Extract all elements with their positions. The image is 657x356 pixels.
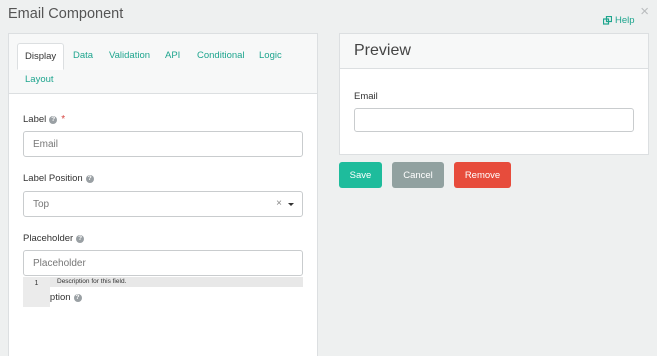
required-marker: * bbox=[61, 114, 66, 125]
clear-icon[interactable]: × bbox=[276, 198, 282, 209]
preview-title: Preview bbox=[340, 34, 648, 69]
preview-email-input[interactable] bbox=[354, 108, 634, 132]
close-icon[interactable]: × bbox=[640, 4, 649, 19]
external-link-icon bbox=[603, 16, 612, 25]
save-button[interactable]: Save bbox=[339, 162, 382, 188]
description-editor[interactable]: 1 Description for this field. bbox=[23, 277, 303, 307]
label-position-label: Label Position ? bbox=[23, 173, 94, 184]
tab-logic[interactable]: Logic bbox=[259, 50, 282, 61]
placeholder-label: Placeholder ? bbox=[23, 233, 85, 244]
tab-layout[interactable]: Layout bbox=[25, 74, 54, 85]
label-input[interactable]: Email bbox=[23, 131, 303, 157]
preview-field-label: Email bbox=[354, 91, 378, 102]
line-number: 1 bbox=[23, 277, 50, 307]
tab-validation[interactable]: Validation bbox=[109, 50, 150, 61]
modal-title: Email Component bbox=[8, 6, 124, 22]
preview-panel: Preview Email bbox=[339, 33, 649, 155]
chevron-down-icon[interactable] bbox=[288, 203, 294, 206]
label-position-select[interactable]: Top × bbox=[23, 191, 303, 217]
help-label: Help bbox=[615, 15, 635, 26]
tab-data[interactable]: Data bbox=[73, 50, 93, 61]
question-circle-icon[interactable]: ? bbox=[76, 234, 85, 243]
question-circle-icon[interactable]: ? bbox=[49, 115, 58, 124]
help-link[interactable]: Help bbox=[603, 15, 635, 26]
tab-bar: Display Data Validation API Conditional … bbox=[9, 34, 317, 94]
label-field-label: Label ? * bbox=[23, 114, 66, 125]
cancel-button[interactable]: Cancel bbox=[392, 162, 444, 188]
description-text[interactable]: Description for this field. bbox=[50, 277, 303, 287]
placeholder-input[interactable]: Placeholder bbox=[23, 250, 303, 276]
remove-button[interactable]: Remove bbox=[454, 162, 511, 188]
tab-display[interactable]: Display bbox=[17, 43, 65, 70]
settings-panel: Display Data Validation API Conditional … bbox=[8, 33, 318, 356]
question-circle-icon[interactable]: ? bbox=[85, 174, 94, 183]
tab-api[interactable]: API bbox=[165, 50, 180, 61]
tab-conditional[interactable]: Conditional bbox=[197, 50, 245, 61]
